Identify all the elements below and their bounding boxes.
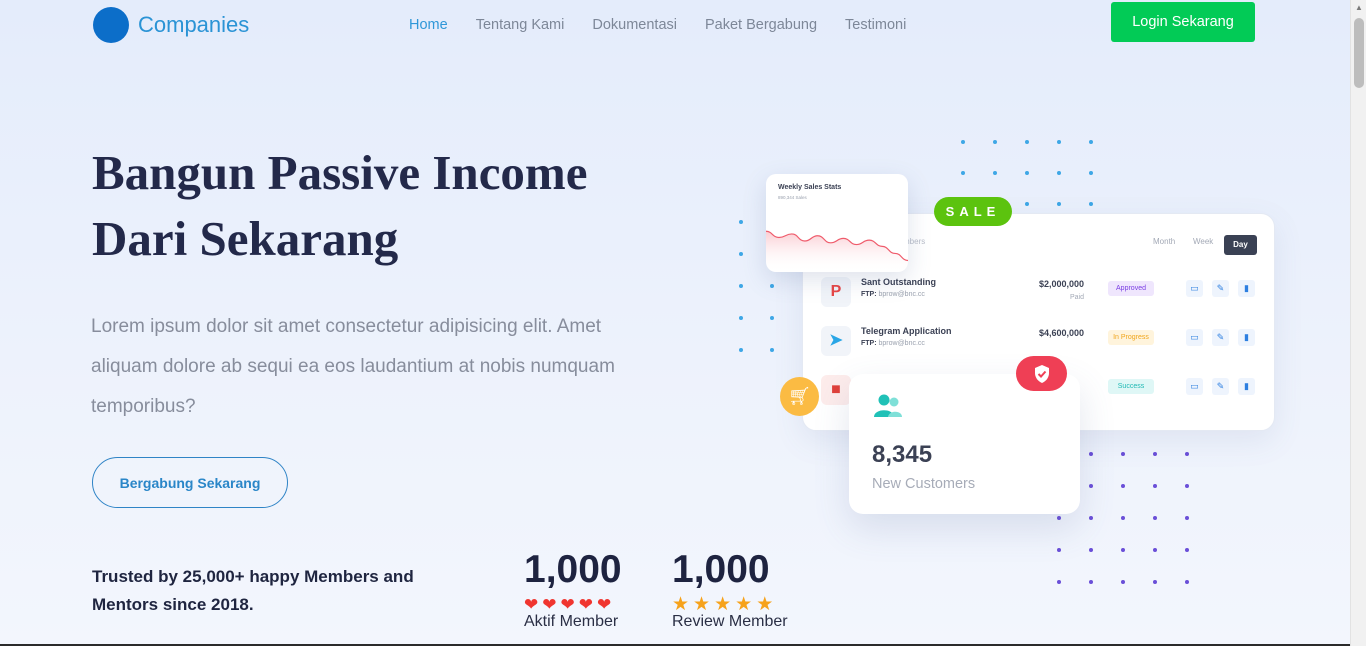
edit-icon: ✎ <box>1212 329 1229 346</box>
edit-icon: ✎ <box>1212 378 1229 395</box>
row-name: Telegram Application <box>861 326 952 336</box>
customers-label: New Customers <box>872 476 976 492</box>
parking-icon: P <box>821 277 851 307</box>
heart-rating: ❤ ❤ ❤ ❤ ❤ <box>524 595 622 614</box>
nav-paket-bergabung[interactable]: Paket Bergabung <box>705 17 817 33</box>
table-row: ➤ Telegram Application FTP: bprow@bnc.cc… <box>821 326 1261 358</box>
scroll-up-arrow-icon[interactable]: ▲ <box>1351 0 1366 16</box>
stat-active-members: 1,000 ❤ ❤ ❤ ❤ ❤ Aktif Member <box>524 548 622 631</box>
hero-description: Lorem ipsum dolor sit amet consectetur a… <box>91 316 615 417</box>
period-day: Day <box>1224 235 1257 255</box>
chart-area <box>766 231 908 272</box>
table-row: P Sant Outstanding FTP: bprow@bnc.cc $2,… <box>821 277 1261 309</box>
card-icon: ▭ <box>1186 329 1203 346</box>
login-button[interactable]: Login Sekarang <box>1111 2 1255 42</box>
brand-logo <box>93 7 129 43</box>
period-week: Week <box>1193 237 1214 246</box>
nav-home[interactable]: Home <box>409 17 448 33</box>
landing-page: Companies Home Tentang Kami Dokumentasi … <box>0 0 1350 646</box>
heart-icon: ❤ <box>597 595 612 614</box>
vertical-scrollbar[interactable]: ▲ <box>1350 0 1366 646</box>
brand-name: Companies <box>138 12 250 37</box>
main-nav: Home Tentang Kami Dokumentasi Paket Berg… <box>409 17 934 33</box>
hero-title: Bangun Passive Income Dari Sekarang <box>92 140 692 272</box>
nav-tentang-kami[interactable]: Tentang Kami <box>476 17 565 33</box>
customers-value: 8,345 <box>872 441 933 468</box>
shield-check-icon <box>1034 364 1049 383</box>
period-month: Month <box>1153 237 1176 246</box>
star-icon: ★ <box>756 594 774 615</box>
brand[interactable]: Companies <box>93 7 249 43</box>
heart-icon: ❤ <box>578 595 593 614</box>
row-name: Sant Outstanding <box>861 277 936 287</box>
stat-value: 1,000 <box>672 548 770 591</box>
row-paid: Paid <box>1069 294 1084 301</box>
status-badge: In Progress <box>1108 330 1154 345</box>
trash-icon: ▮ <box>1238 378 1255 395</box>
star-icon: ★ <box>693 594 711 615</box>
card-icon: ▭ <box>1186 378 1203 395</box>
row-amount: $2,000,000 <box>1038 279 1084 289</box>
row-sub: FTP: bprow@bnc.cc <box>861 340 925 347</box>
telegram-icon: ➤ <box>821 326 851 356</box>
star-icon: ★ <box>672 594 690 615</box>
status-badge: Success <box>1108 379 1154 394</box>
row-sub: FTP: bprow@bnc.cc <box>861 291 925 298</box>
chart-title: Weekly Sales Stats <box>778 184 842 191</box>
join-button[interactable]: Bergabung Sekarang <box>92 457 288 508</box>
hero-title-line-1: Bangun Passive Income <box>92 145 588 200</box>
stat-value: 1,000 <box>524 548 622 591</box>
scroll-thumb[interactable] <box>1354 18 1364 88</box>
status-badge: Approved <box>1108 281 1154 296</box>
new-customers-card: 8,345 New Customers <box>849 374 1080 514</box>
row-amount: $4,600,000 <box>1038 328 1084 338</box>
heart-icon: ❤ <box>524 595 539 614</box>
weekly-sales-card: Weekly Sales Stats 890,344 Sales <box>766 174 908 272</box>
app-icon: ■ <box>821 375 851 405</box>
users-icon <box>874 394 902 417</box>
stat-label: Aktif Member <box>524 613 619 630</box>
stat-review-members: 1,000 ★ ★ ★ ★ ★ Review Member <box>672 548 788 631</box>
cart-icon: 🛒︎ <box>780 377 819 416</box>
trash-icon: ▮ <box>1238 280 1255 297</box>
sales-line-chart <box>766 230 908 272</box>
trash-icon: ▮ <box>1238 329 1255 346</box>
heart-icon: ❤ <box>542 595 557 614</box>
heart-icon: ❤ <box>560 595 575 614</box>
card-icon: ▭ <box>1186 280 1203 297</box>
star-icon: ★ <box>714 594 732 615</box>
chart-subtitle: 890,344 Sales <box>778 195 807 200</box>
hero-title-line-2: Dari Sekarang <box>92 211 399 266</box>
stat-label: Review Member <box>672 613 788 630</box>
trusted-text: Trusted by 25,000+ happy Members and Men… <box>92 567 414 614</box>
shield-badge <box>1016 356 1067 391</box>
nav-dokumentasi[interactable]: Dokumentasi <box>592 17 677 33</box>
star-icon: ★ <box>735 594 753 615</box>
edit-icon: ✎ <box>1212 280 1229 297</box>
nav-testimoni[interactable]: Testimoni <box>845 17 906 33</box>
sale-badge: SALE <box>934 197 1012 226</box>
star-rating: ★ ★ ★ ★ ★ <box>672 594 788 615</box>
